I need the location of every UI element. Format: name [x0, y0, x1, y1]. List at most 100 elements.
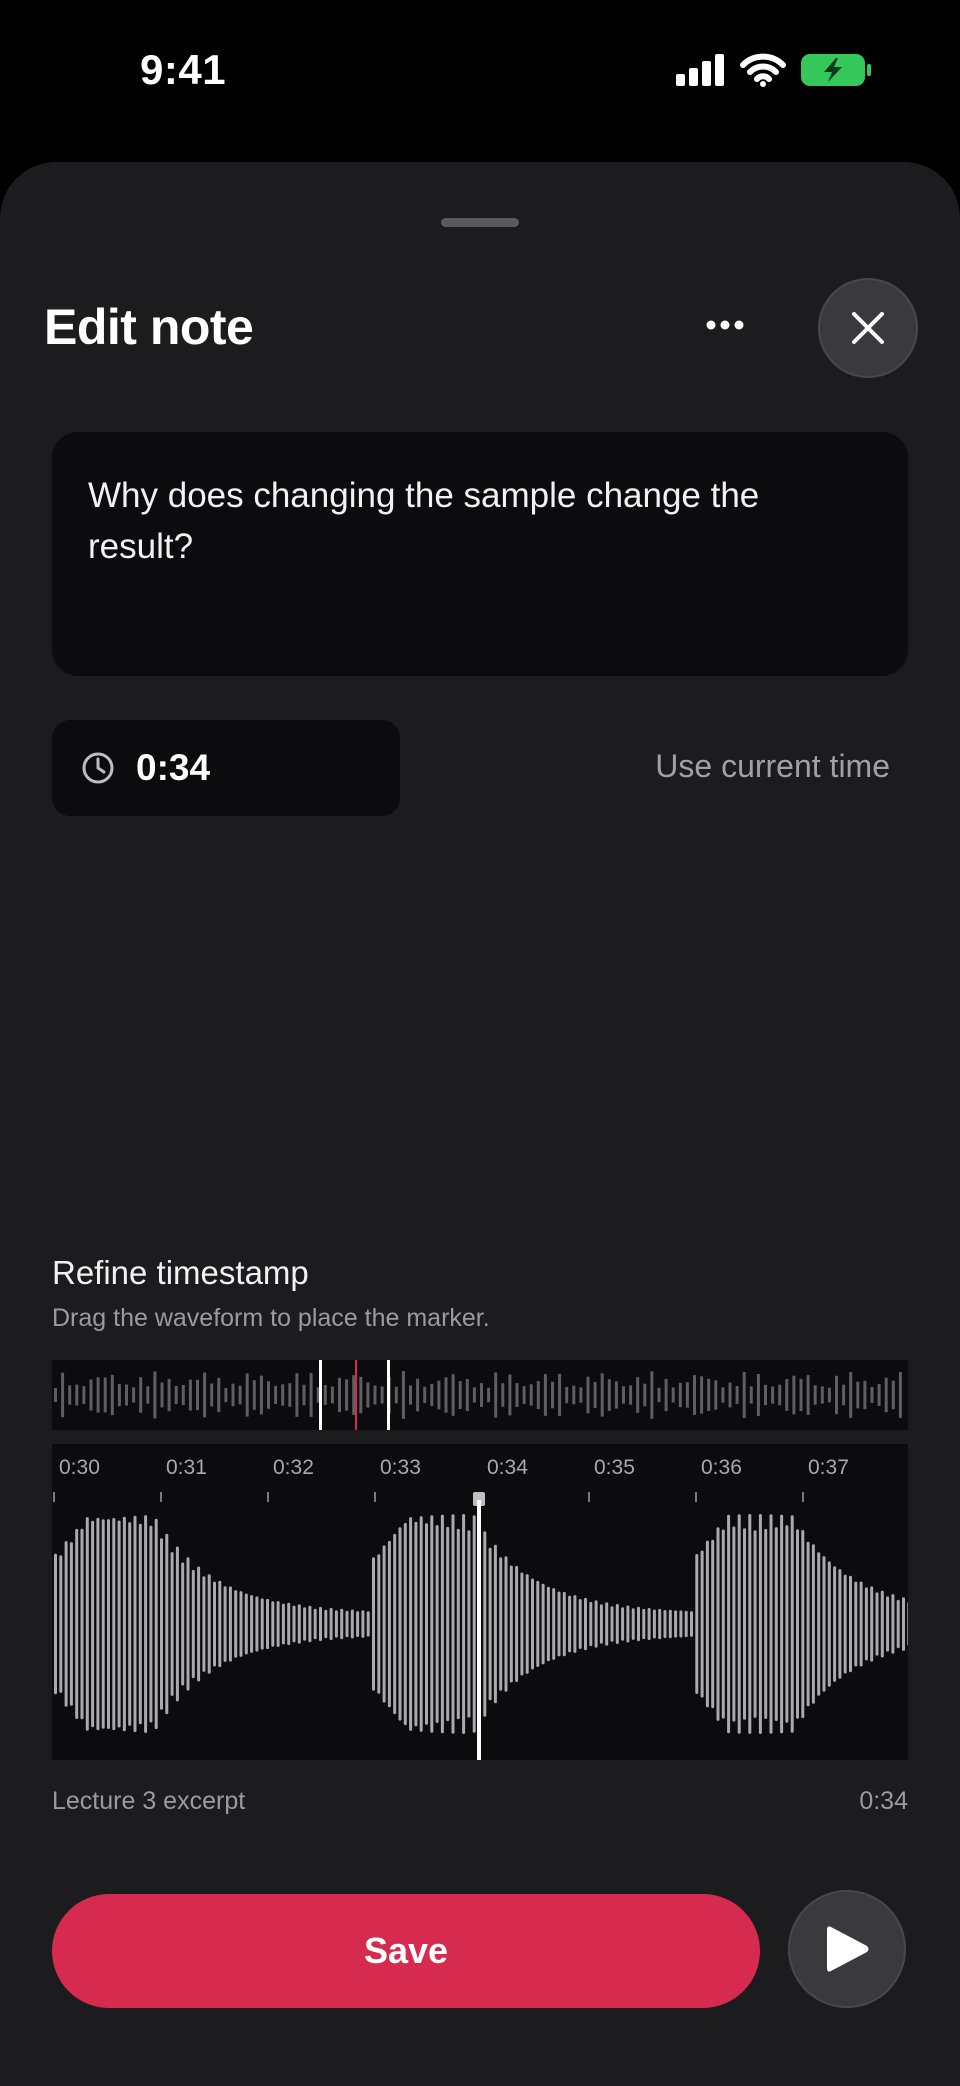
overview-bar — [288, 1383, 292, 1407]
waveform-bar — [281, 1603, 285, 1645]
waveform-bar — [202, 1576, 206, 1672]
tick-mark — [53, 1492, 55, 1502]
overview-bar — [487, 1387, 491, 1403]
overview-bar — [721, 1387, 725, 1403]
overview-bar — [813, 1385, 817, 1405]
overview-bar — [167, 1378, 171, 1412]
waveform-bar — [297, 1604, 301, 1644]
close-button[interactable] — [818, 278, 918, 378]
waveform-bar — [64, 1541, 68, 1707]
edit-note-sheet: Edit note Why does changing the sample c… — [0, 162, 960, 2086]
waveform-bar — [615, 1604, 619, 1644]
tick-mark — [588, 1492, 590, 1502]
waveform-detail-svg: 0:30 0:31 0:32 0:33 0:34 0:35 0:36 0:37 — [53, 1456, 908, 1760]
overview-bar — [522, 1386, 526, 1404]
waveform-overview[interactable] — [52, 1360, 908, 1430]
waveform-bar — [462, 1514, 466, 1734]
overview-bar — [792, 1375, 796, 1415]
waveform-bar — [827, 1561, 831, 1687]
waveform-bar — [170, 1552, 174, 1696]
waveform-bar — [785, 1525, 789, 1723]
waveform-bar — [536, 1580, 540, 1667]
waveform-bar — [387, 1540, 391, 1708]
overview-bar — [125, 1384, 128, 1406]
overview-bar — [842, 1384, 846, 1406]
waveform-bar — [896, 1599, 900, 1649]
timestamp-chip[interactable]: 0:34 — [52, 720, 400, 816]
note-text[interactable]: Why does changing the sample change the … — [88, 470, 868, 572]
waveform-bar — [435, 1525, 439, 1723]
waveform-bar — [880, 1590, 884, 1658]
waveform-bar — [859, 1581, 863, 1667]
play-button[interactable] — [788, 1890, 906, 2008]
waveform-bar — [244, 1593, 248, 1655]
waveform-bar — [546, 1586, 550, 1662]
tick-label: 0:36 — [701, 1456, 742, 1479]
overview-bar — [728, 1382, 732, 1408]
overview-bar — [735, 1386, 739, 1404]
overview-bar — [799, 1378, 803, 1412]
overview-bar — [877, 1384, 881, 1406]
waveform-bar — [446, 1526, 450, 1722]
waveform-detail[interactable]: 0:30 0:31 0:32 0:33 0:34 0:35 0:36 0:37 — [52, 1444, 908, 1760]
waveform-bar — [122, 1516, 126, 1732]
status-time: 9:41 — [140, 46, 227, 93]
overview-bar — [188, 1379, 192, 1411]
overview-bar — [146, 1386, 150, 1404]
waveform-bar — [350, 1609, 354, 1639]
waveform-bar — [117, 1520, 121, 1728]
waveform-bar — [573, 1595, 577, 1653]
overview-bar — [629, 1385, 633, 1405]
overview-bar — [401, 1371, 405, 1419]
overview-bar — [437, 1380, 441, 1410]
overview-selection-left-handle[interactable] — [319, 1360, 322, 1430]
overview-bar — [267, 1381, 270, 1409]
waveform-bar — [599, 1604, 603, 1644]
waveform-bar — [313, 1608, 317, 1640]
overview-bar — [529, 1384, 533, 1406]
waveform-bar — [907, 1602, 908, 1646]
save-button[interactable]: Save — [52, 1894, 760, 2008]
waveform-bar — [647, 1607, 651, 1641]
waveform-bar — [541, 1583, 545, 1665]
waveform-bar — [54, 1553, 57, 1695]
waveform-bar — [626, 1605, 630, 1643]
waveform-bar — [684, 1610, 688, 1638]
note-text-field[interactable]: Why does changing the sample change the … — [52, 432, 908, 676]
overview-bar — [451, 1374, 455, 1416]
waveform-bar — [822, 1556, 826, 1692]
waveform-bar — [409, 1517, 413, 1731]
waveform-bar — [59, 1555, 63, 1693]
overview-bar — [558, 1373, 562, 1417]
waveform-bar — [133, 1515, 137, 1733]
tick-label: 0:30 — [59, 1456, 100, 1479]
waveform-bar — [870, 1586, 874, 1662]
overview-bar — [259, 1375, 263, 1415]
waveform-bar — [207, 1574, 211, 1674]
tick-mark — [695, 1492, 697, 1502]
ellipsis-icon — [706, 320, 744, 330]
waveform-bar — [737, 1514, 741, 1734]
waveform-bar — [610, 1606, 614, 1642]
waveform-bar — [266, 1598, 269, 1650]
waveform-bar — [213, 1581, 216, 1667]
overview-bar — [756, 1374, 760, 1416]
marker-line[interactable] — [477, 1500, 481, 1760]
waveform-bar — [175, 1546, 179, 1702]
waveform-bar — [796, 1529, 799, 1719]
track-time: 0:34 — [859, 1787, 908, 1815]
overview-selection-right-handle[interactable] — [387, 1360, 390, 1430]
more-button[interactable] — [690, 292, 760, 358]
overview-bar — [89, 1379, 93, 1411]
waveform-overview-bars — [54, 1360, 902, 1430]
waveform-bar — [345, 1610, 349, 1638]
use-current-time-button[interactable]: Use current time — [655, 748, 890, 785]
waveform-bar — [472, 1515, 476, 1733]
overview-bar — [643, 1383, 647, 1407]
overview-bar — [380, 1386, 384, 1404]
waveform-bar — [372, 1557, 375, 1691]
overview-bar — [117, 1383, 121, 1407]
waveform-bar — [329, 1607, 333, 1641]
overview-bar — [110, 1374, 114, 1416]
sheet-grabber[interactable] — [441, 218, 519, 227]
